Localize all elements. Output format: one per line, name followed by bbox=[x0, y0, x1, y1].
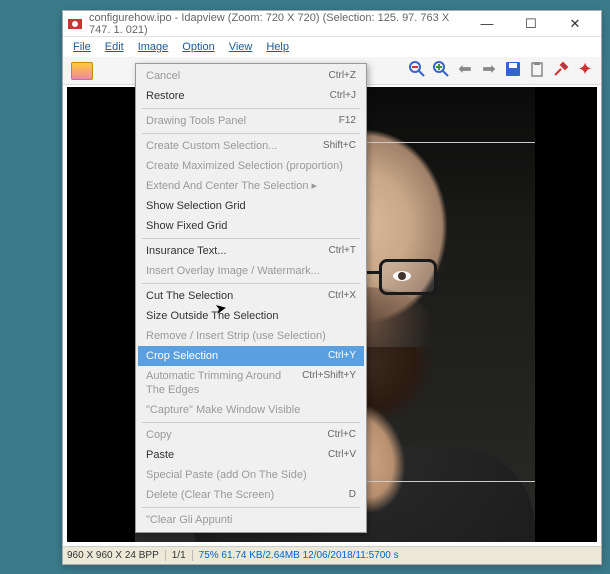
menu-item-crop-selection[interactable]: Crop SelectionCtrl+Y bbox=[138, 346, 364, 366]
menu-item-remove-insert-strip-use-selection: Remove / Insert Strip (use Selection) bbox=[138, 326, 364, 346]
menu-item-create-maximized-selection-proportion: Create Maximized Selection (proportion) bbox=[138, 156, 364, 176]
status-info: 75% 61.74 KB/2.64MB 12/06/2018/11:5700 s bbox=[199, 550, 399, 561]
menu-item-cancel: CancelCtrl+Z bbox=[138, 66, 364, 86]
statusbar: 960 X 960 X 24 BPP 1/1 75% 61.74 KB/2.64… bbox=[63, 546, 601, 564]
arrow-left-icon[interactable]: ⬅ bbox=[455, 59, 475, 79]
toolbar-right: ⬅ ➡ ✦ bbox=[407, 59, 595, 79]
app-icon bbox=[67, 16, 83, 32]
menu-view[interactable]: View bbox=[223, 39, 259, 55]
window-title: configurehow.ipo - Idapview (Zoom: 720 X… bbox=[89, 12, 465, 36]
menu-item-restore[interactable]: RestoreCtrl+J bbox=[138, 86, 364, 106]
menu-item-paste[interactable]: PasteCtrl+V bbox=[138, 445, 364, 465]
menubar: File Edit Image Option View Help bbox=[63, 37, 601, 57]
menu-item-insurance-text[interactable]: Insurance Text...Ctrl+T bbox=[138, 241, 364, 261]
menu-item-special-paste-add-on-the-side: Special Paste (add On The Side) bbox=[138, 465, 364, 485]
menu-separator bbox=[142, 238, 360, 239]
titlebar: configurehow.ipo - Idapview (Zoom: 720 X… bbox=[63, 11, 601, 37]
menu-item-size-outside-the-selection[interactable]: Size Outside The Selection bbox=[138, 306, 364, 326]
menu-item-extend-and-center-the-selection: Extend And Center The Selection ▸ bbox=[138, 176, 364, 196]
maximize-button[interactable]: ☐ bbox=[509, 12, 553, 36]
open-folder-icon[interactable] bbox=[71, 62, 93, 80]
status-dimensions: 960 X 960 X 24 BPP bbox=[67, 550, 166, 561]
menu-separator bbox=[142, 283, 360, 284]
menu-item-cut-the-selection[interactable]: Cut The SelectionCtrl+X bbox=[138, 286, 364, 306]
save-icon[interactable] bbox=[503, 59, 523, 79]
menu-option[interactable]: Option bbox=[176, 39, 220, 55]
menu-file[interactable]: File bbox=[67, 39, 97, 55]
menu-separator bbox=[142, 108, 360, 109]
menu-item-clear-gli-appunti: "Clear Gli Appunti bbox=[138, 510, 364, 530]
menu-separator bbox=[142, 133, 360, 134]
menu-item-automatic-trimming-around-the-edges: Automatic Trimming Around The EdgesCtrl+… bbox=[138, 366, 364, 400]
menu-item-delete-clear-the-screen: Delete (Clear The Screen)D bbox=[138, 485, 364, 505]
menu-separator bbox=[142, 422, 360, 423]
status-page: 1/1 bbox=[172, 550, 193, 561]
context-menu: CancelCtrl+ZRestoreCtrl+J Drawing Tools P… bbox=[135, 63, 367, 533]
minimize-button[interactable]: — bbox=[465, 12, 509, 36]
arrow-right-icon[interactable]: ➡ bbox=[479, 59, 499, 79]
menu-item-create-custom-selection: Create Custom Selection...Shift+C bbox=[138, 136, 364, 156]
zoom-out-icon[interactable] bbox=[407, 59, 427, 79]
window-controls: — ☐ ✕ bbox=[465, 12, 597, 36]
menu-item-show-selection-grid[interactable]: Show Selection Grid bbox=[138, 196, 364, 216]
zoom-in-icon[interactable] bbox=[431, 59, 451, 79]
menu-help[interactable]: Help bbox=[260, 39, 295, 55]
menu-item-insert-overlay-image-watermark: Insert Overlay Image / Watermark... bbox=[138, 261, 364, 281]
menu-item-capture-make-window-visible: "Capture" Make Window Visible bbox=[138, 400, 364, 420]
clipboard-icon[interactable] bbox=[527, 59, 547, 79]
menu-separator bbox=[142, 507, 360, 508]
star-icon[interactable]: ✦ bbox=[575, 59, 595, 79]
menu-item-copy: CopyCtrl+C bbox=[138, 425, 364, 445]
menu-item-drawing-tools-panel: Drawing Tools PanelF12 bbox=[138, 111, 364, 131]
app-window: configurehow.ipo - Idapview (Zoom: 720 X… bbox=[62, 10, 602, 565]
cursor-icon: ➤ bbox=[214, 299, 229, 318]
menu-edit[interactable]: Edit bbox=[99, 39, 130, 55]
tools-icon[interactable] bbox=[551, 59, 571, 79]
menu-image[interactable]: Image bbox=[132, 39, 175, 55]
close-button[interactable]: ✕ bbox=[553, 12, 597, 36]
menu-item-show-fixed-grid[interactable]: Show Fixed Grid bbox=[138, 216, 364, 236]
